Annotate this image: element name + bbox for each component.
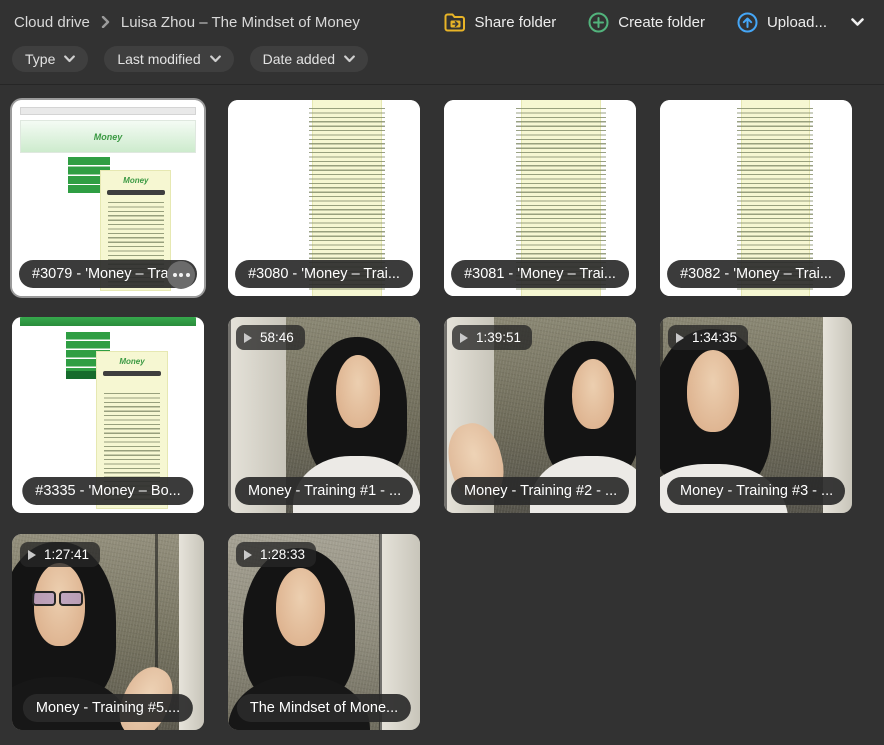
video-duration-badge: 1:27:41	[20, 542, 100, 567]
filter-date-added[interactable]: Date added	[250, 46, 368, 72]
file-card-5[interactable]: Money Money #3335 - 'Money – Bo...	[12, 317, 204, 513]
thumb-logo-text: Money	[97, 357, 166, 366]
filter-last-modified[interactable]: Last modified	[104, 46, 233, 72]
chevron-down-icon	[210, 55, 221, 63]
wall-seam	[444, 317, 447, 513]
create-folder-button[interactable]: Create folder	[576, 6, 717, 39]
play-icon	[28, 550, 36, 560]
filter-date-added-label: Date added	[263, 52, 335, 66]
play-icon	[244, 333, 252, 343]
person-face	[276, 568, 325, 646]
file-card-3[interactable]: Money Money #3081 - 'Money – Trai...	[444, 100, 636, 296]
file-name-label: #3335 - 'Money – Bo...	[22, 477, 193, 506]
share-folder-icon	[444, 13, 466, 32]
file-card-8[interactable]: 1:34:35 Money - Training #3 - ...	[660, 317, 852, 513]
breadcrumb-separator-icon	[101, 16, 110, 28]
video-duration: 58:46	[260, 330, 294, 345]
file-name-label: The Mindset of Mone...	[237, 694, 411, 723]
video-duration-badge: 58:46	[236, 325, 305, 350]
chevron-down-icon	[344, 55, 355, 63]
file-name-label: Money - Training #1 - ...	[235, 477, 413, 506]
file-name-label: #3082 - 'Money – Trai...	[667, 260, 845, 289]
thumb-logo-text: Money	[101, 176, 170, 185]
video-duration-badge: 1:28:33	[236, 542, 316, 567]
share-folder-label: Share folder	[475, 14, 557, 31]
file-card-9[interactable]: 1:27:41 Money - Training #5....	[12, 534, 204, 730]
thumb-audio-player	[103, 371, 161, 376]
upload-icon	[737, 12, 758, 33]
file-name-label: Money - Training #2 - ...	[451, 477, 629, 506]
top-bar: Cloud drive Luisa Zhou – The Mindset of …	[0, 0, 884, 44]
filter-type-label: Type	[25, 52, 55, 66]
file-card-6[interactable]: 58:46 Money - Training #1 - ...	[228, 317, 420, 513]
play-icon	[460, 333, 468, 343]
video-duration: 1:34:35	[692, 330, 737, 345]
video-duration: 1:27:41	[44, 547, 89, 562]
wall-seam	[228, 317, 231, 513]
person-figure	[307, 337, 407, 482]
video-duration-badge: 1:39:51	[452, 325, 532, 350]
person-figure	[544, 341, 636, 482]
thumb-banner: Money	[20, 120, 197, 153]
file-name-label: #3080 - 'Money – Trai...	[235, 260, 413, 289]
create-folder-label: Create folder	[618, 14, 705, 31]
glasses-icon	[30, 591, 84, 611]
play-icon	[676, 333, 684, 343]
chevron-down-icon	[64, 55, 75, 63]
upload-label: Upload...	[767, 14, 827, 31]
share-folder-button[interactable]: Share folder	[432, 7, 569, 38]
file-card-2[interactable]: Money Money #3080 - 'Money – Trai...	[228, 100, 420, 296]
file-menu-button[interactable]	[167, 261, 195, 289]
upload-button[interactable]: Upload...	[725, 6, 839, 39]
file-card-1[interactable]: Money Money #3079 - 'Money – Trai...	[12, 100, 204, 296]
person-face	[572, 359, 614, 430]
file-name-label: Money - Training #3 - ...	[667, 477, 845, 506]
breadcrumb-root[interactable]: Cloud drive	[14, 14, 90, 31]
file-name-label: Money - Training #5....	[23, 694, 193, 723]
file-card-4[interactable]: Money Money #3082 - 'Money – Trai...	[660, 100, 852, 296]
filter-last-modified-label: Last modified	[117, 52, 200, 66]
toolbar-actions: Share folder Create folder Upload...	[432, 6, 868, 39]
file-card-7[interactable]: 1:39:51 Money - Training #2 - ...	[444, 317, 636, 513]
thumb-browser-bar	[20, 107, 197, 115]
video-duration: 1:39:51	[476, 330, 521, 345]
file-name-label: #3081 - 'Money – Trai...	[451, 260, 629, 289]
video-duration-badge: 1:34:35	[668, 325, 748, 350]
thumb-audio-player	[107, 190, 165, 195]
person-figure	[660, 329, 771, 494]
filter-bar: Type Last modified Date added	[0, 44, 884, 84]
filter-type[interactable]: Type	[12, 46, 88, 72]
person-figure	[243, 548, 354, 705]
file-card-10[interactable]: 1:28:33 The Mindset of Mone...	[228, 534, 420, 730]
video-duration: 1:28:33	[260, 547, 305, 562]
create-folder-icon	[588, 12, 609, 33]
thumb-header-strip	[20, 317, 197, 326]
chevron-down-icon	[851, 15, 864, 30]
breadcrumb: Cloud drive Luisa Zhou – The Mindset of …	[14, 14, 360, 31]
play-icon	[244, 550, 252, 560]
breadcrumb-current: Luisa Zhou – The Mindset of Money	[121, 14, 360, 31]
file-grid: Money Money #3079 - 'Money – Trai... Mon…	[0, 85, 884, 745]
person-face	[336, 355, 380, 428]
upload-options-button[interactable]	[847, 9, 868, 36]
person-face	[687, 350, 739, 432]
